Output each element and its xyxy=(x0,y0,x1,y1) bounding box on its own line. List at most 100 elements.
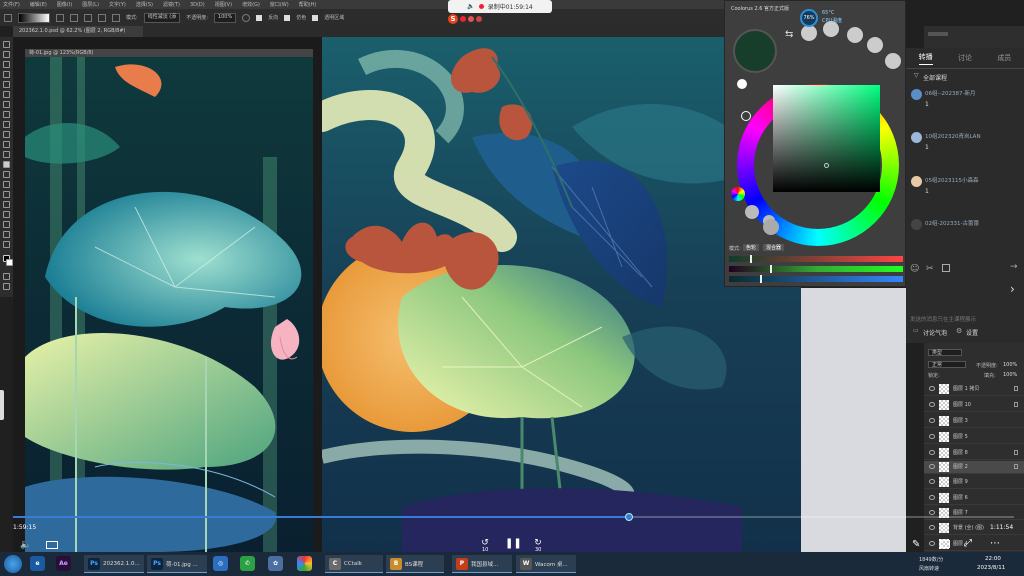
tab-broadcast[interactable]: 转播 xyxy=(918,52,933,65)
nav-left-button[interactable] xyxy=(745,205,759,219)
chat-item[interactable]: 06组--202387-新月 1 xyxy=(909,88,1021,114)
wheel-mode-button[interactable]: 色轮 xyxy=(743,244,760,251)
preset-button-1[interactable] xyxy=(801,25,817,41)
blend-mode-select[interactable]: 正常 xyxy=(928,361,966,368)
app-icon[interactable]: ✿ xyxy=(268,556,283,571)
visibility-eye-icon[interactable] xyxy=(929,434,935,439)
eyedropper-tool-icon[interactable] xyxy=(3,101,10,108)
visibility-eye-icon[interactable] xyxy=(929,541,935,546)
document-tab[interactable]: 202362.1.0.psd @ 62.2% (图层 2, RGB/8#) xyxy=(13,26,143,37)
transparency-checkbox[interactable] xyxy=(312,14,319,21)
more-icon[interactable]: ⋯ xyxy=(990,538,1000,549)
visibility-eye-icon[interactable] xyxy=(929,464,935,469)
swap-colors-icon[interactable]: ⇆ xyxy=(785,29,793,40)
blur-tool-icon[interactable] xyxy=(3,171,10,178)
wechat-icon[interactable]: ✆ xyxy=(240,556,255,571)
pen-icon[interactable]: ✎ xyxy=(912,539,920,550)
scissors-icon[interactable]: ✂ xyxy=(926,264,934,274)
tool-preset-button[interactable] xyxy=(4,13,12,22)
history-brush-tool-icon[interactable] xyxy=(3,141,10,148)
visibility-eye-icon[interactable] xyxy=(929,510,935,515)
preset-button-4[interactable] xyxy=(867,37,883,53)
clock-time[interactable]: 22:00 xyxy=(985,556,1001,562)
layer-row[interactable]: 图层 6 xyxy=(924,492,1024,505)
layer-row[interactable]: 图层 5 xyxy=(924,431,1024,444)
color-mode-icon[interactable] xyxy=(731,187,745,201)
healing-tool-icon[interactable] xyxy=(3,111,10,118)
stamp-tool-icon[interactable] xyxy=(3,131,10,138)
visibility-eye-icon[interactable] xyxy=(929,479,935,484)
after-effects-icon[interactable]: Ae xyxy=(56,556,71,571)
light-mode-icon[interactable] xyxy=(737,79,747,89)
recording-indicator[interactable]: 🔈 录制中01:59:14 xyxy=(448,0,552,13)
performance-monitor[interactable]: 76% 65°C CPU温度 xyxy=(800,9,856,27)
layer-opacity-field[interactable]: 100% xyxy=(1003,362,1017,368)
layer-kind-filter[interactable]: 类型 xyxy=(928,349,962,356)
menu-3d[interactable]: 3D(D) xyxy=(190,2,205,8)
discussion-bubble-toggle[interactable]: 讨论气泡 xyxy=(923,328,947,337)
settings-gear-icon[interactable]: ⚙ xyxy=(956,327,962,335)
gradient-tool-icon[interactable] xyxy=(3,161,10,168)
course-category[interactable]: 全部课程 xyxy=(923,73,947,82)
pen-tool-icon[interactable] xyxy=(3,191,10,198)
gradient-linear-button[interactable] xyxy=(56,13,64,22)
ime-skin-icon[interactable] xyxy=(476,16,482,22)
visibility-eye-icon[interactable] xyxy=(929,525,935,530)
chrome-icon[interactable] xyxy=(297,556,312,571)
path-select-tool-icon[interactable] xyxy=(3,211,10,218)
settings-button[interactable]: 设置 xyxy=(966,328,978,337)
menu-image[interactable]: 图像(I) xyxy=(57,1,72,8)
menu-view[interactable]: 视图(V) xyxy=(215,1,232,8)
chat-item[interactable]: 05组2023115小森森 1 xyxy=(909,175,1021,201)
screen-icon[interactable] xyxy=(940,540,950,548)
menu-file[interactable]: 文件(F) xyxy=(3,1,20,8)
visibility-eye-icon[interactable] xyxy=(929,495,935,500)
taskbar-item[interactable]: Ps 荷-01.jpg ... xyxy=(147,555,207,573)
dither-checkbox[interactable] xyxy=(284,14,291,21)
crop-tool-icon[interactable] xyxy=(3,81,10,88)
video-scrubber-handle[interactable] xyxy=(624,513,633,521)
video-progress-bar[interactable] xyxy=(13,513,1014,521)
dodge-tool-icon[interactable] xyxy=(3,181,10,188)
app-icon[interactable]: ◎ xyxy=(213,556,228,571)
menu-layer[interactable]: 图层(L) xyxy=(82,1,99,8)
menu-edit[interactable]: 编辑(E) xyxy=(30,1,47,8)
explorer-icon[interactable]: e xyxy=(30,556,45,571)
quick-select-tool-icon[interactable] xyxy=(3,71,10,78)
frame-tool-icon[interactable] xyxy=(3,91,10,98)
sogou-icon[interactable]: S xyxy=(448,14,458,24)
zoom-tool-icon[interactable] xyxy=(3,241,10,248)
layer-row[interactable]: 图层 7 xyxy=(924,507,1024,520)
image-icon[interactable] xyxy=(942,264,950,272)
layer-row[interactable]: 图层 1 拷贝 xyxy=(924,383,1024,396)
move-tool-icon[interactable] xyxy=(3,41,10,48)
menu-plugins[interactable]: 增效(G) xyxy=(242,1,260,8)
blue-slider-handle[interactable] xyxy=(760,275,762,283)
reverse-checkbox[interactable] xyxy=(256,14,263,21)
gradient-angle-button[interactable] xyxy=(84,13,92,22)
speaker-icon[interactable]: 🔈 xyxy=(467,3,474,10)
green-slider-handle[interactable] xyxy=(770,265,772,273)
visibility-eye-icon[interactable] xyxy=(929,450,935,455)
panel-tab[interactable] xyxy=(928,32,948,36)
background-color-swatch[interactable] xyxy=(6,259,13,266)
chat-item[interactable]: 02组-202331-古蕾蕾 xyxy=(909,218,1021,244)
color-picker-cursor[interactable] xyxy=(824,163,829,168)
green-slider[interactable] xyxy=(729,266,903,272)
ime-punct-icon[interactable] xyxy=(468,16,474,22)
red-slider-handle[interactable] xyxy=(750,255,752,263)
mode-select[interactable]: 线性减淡 (添 xyxy=(143,12,181,23)
layer-row[interactable]: 图层 3 xyxy=(924,415,1024,428)
red-slider[interactable] xyxy=(729,256,903,262)
type-tool-icon[interactable] xyxy=(3,201,10,208)
fullscreen-icon[interactable]: ⤢ xyxy=(964,538,972,549)
ime-toolbar[interactable]: S xyxy=(448,13,488,25)
taskbar-item[interactable]: C CCtalk xyxy=(325,555,383,573)
pause-icon[interactable]: ❚❚ xyxy=(505,538,522,549)
marquee-tool-icon[interactable] xyxy=(3,51,10,58)
emoji-icon[interactable]: ☺ xyxy=(910,264,919,274)
fill-field[interactable]: 100% xyxy=(1003,372,1017,378)
taskbar-item[interactable]: B BS课程 xyxy=(386,555,444,573)
taskbar-item[interactable]: W Wacom 桌... xyxy=(516,555,576,573)
menu-window[interactable]: 窗口(W) xyxy=(270,1,289,8)
